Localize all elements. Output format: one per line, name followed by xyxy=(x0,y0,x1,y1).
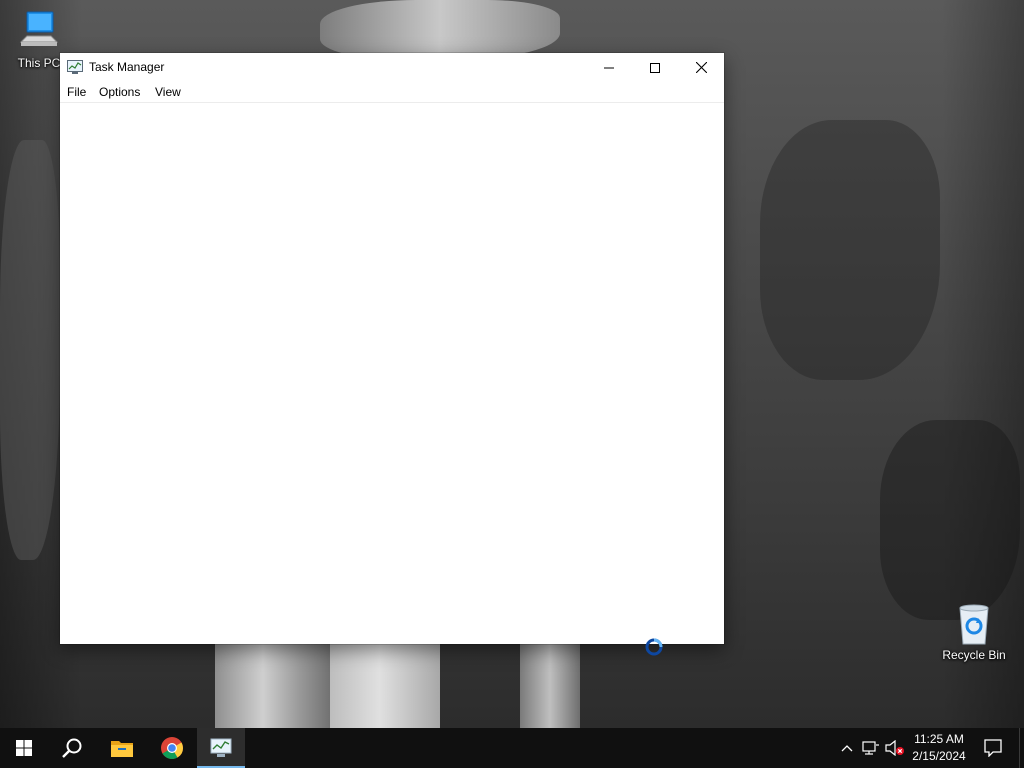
volume-muted-icon xyxy=(885,740,904,756)
show-desktop-button[interactable] xyxy=(1019,728,1024,768)
maximize-button[interactable] xyxy=(632,53,678,82)
desktop-icon-label: This PC xyxy=(17,56,61,70)
menu-options[interactable]: Options xyxy=(97,85,142,100)
rock-decoration xyxy=(0,140,60,560)
volume-tray-button[interactable] xyxy=(884,728,906,768)
title-bar[interactable]: Task Manager xyxy=(60,53,724,82)
task-manager-icon xyxy=(67,60,83,74)
clock-time: 11:25 AM xyxy=(914,732,964,746)
minimize-icon xyxy=(604,67,614,68)
chrome-icon xyxy=(161,737,183,759)
window-content-area xyxy=(60,103,724,644)
rock-decoration xyxy=(320,0,560,60)
rock-decoration xyxy=(760,120,940,380)
close-icon xyxy=(695,62,707,73)
close-button[interactable] xyxy=(678,53,724,82)
clock-date: 2/15/2024 xyxy=(912,749,966,763)
desktop-icon-recycle-bin[interactable]: Recycle Bin xyxy=(938,602,1010,662)
start-button[interactable] xyxy=(0,728,48,768)
desktop-icon-label: Recycle Bin xyxy=(942,648,1006,662)
folder-icon xyxy=(111,741,133,757)
rock-decoration xyxy=(520,633,580,728)
search-button[interactable] xyxy=(48,728,96,768)
chevron-up-icon xyxy=(841,745,853,752)
menu-view[interactable]: View xyxy=(153,85,183,100)
taskbar-chrome[interactable] xyxy=(148,728,196,768)
taskbar-clock[interactable]: 11:25 AM 2/15/2024 xyxy=(908,728,970,768)
network-icon xyxy=(862,741,879,755)
busy-cursor-icon xyxy=(645,638,663,656)
menu-bar: File Options View xyxy=(60,82,724,103)
computer-icon xyxy=(19,11,59,46)
minimize-button[interactable] xyxy=(586,53,632,82)
windows-logo-icon xyxy=(16,740,32,756)
recycle-bin-icon xyxy=(959,604,989,645)
maximize-icon xyxy=(650,62,660,73)
taskbar: 11:25 AM 2/15/2024 xyxy=(0,728,1024,768)
action-center-button[interactable] xyxy=(978,728,1008,768)
show-hidden-icons-button[interactable] xyxy=(838,728,856,768)
window-title: Task Manager xyxy=(89,60,165,74)
task-manager-icon xyxy=(210,738,232,757)
taskbar-file-explorer[interactable] xyxy=(98,728,146,768)
search-icon xyxy=(62,738,82,758)
menu-file[interactable]: File xyxy=(65,85,88,100)
network-tray-button[interactable] xyxy=(860,728,882,768)
taskbar-task-manager[interactable] xyxy=(197,728,245,768)
task-manager-window: Task Manager File Options View xyxy=(60,53,724,644)
rock-decoration xyxy=(880,420,1020,620)
notification-icon xyxy=(984,739,1002,757)
